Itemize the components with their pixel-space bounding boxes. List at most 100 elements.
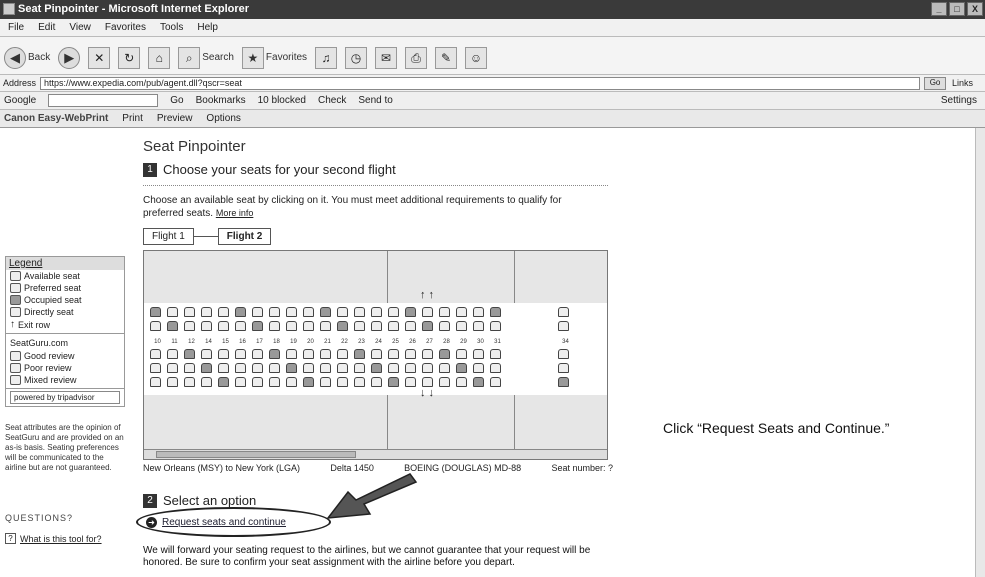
history-icon[interactable]: ◷ <box>345 46 368 69</box>
seat[interactable] <box>354 377 365 387</box>
seat[interactable] <box>473 349 484 359</box>
seat[interactable] <box>303 307 314 317</box>
seat[interactable] <box>184 321 195 331</box>
seat[interactable] <box>371 349 382 359</box>
seat[interactable] <box>558 377 569 387</box>
menu-favorites[interactable]: Favorites <box>105 22 146 36</box>
seat[interactable] <box>371 377 382 387</box>
forward-button[interactable]: ▶ <box>58 46 81 69</box>
seat[interactable] <box>201 307 212 317</box>
seat[interactable] <box>286 363 297 373</box>
seat[interactable] <box>422 377 433 387</box>
seat[interactable] <box>439 377 450 387</box>
seat[interactable] <box>184 377 195 387</box>
seat[interactable] <box>269 321 280 331</box>
seat[interactable] <box>269 363 280 373</box>
seat[interactable] <box>439 349 450 359</box>
seat[interactable] <box>235 321 246 331</box>
seat[interactable] <box>320 307 331 317</box>
menu-file[interactable]: File <box>8 22 24 36</box>
seat[interactable] <box>167 363 178 373</box>
back-button[interactable]: ◀ Back <box>4 46 50 69</box>
canon-preview-button[interactable]: Preview <box>157 113 193 124</box>
seat[interactable] <box>354 349 365 359</box>
seat[interactable] <box>167 349 178 359</box>
seat[interactable] <box>184 307 195 317</box>
seat[interactable] <box>337 307 348 317</box>
seat[interactable] <box>167 377 178 387</box>
seat[interactable] <box>371 321 382 331</box>
seat[interactable] <box>473 377 484 387</box>
seat[interactable] <box>422 349 433 359</box>
seat[interactable] <box>422 307 433 317</box>
seat[interactable] <box>371 307 382 317</box>
home-icon[interactable]: ⌂ <box>148 46 171 69</box>
links-label[interactable]: Links <box>952 78 973 88</box>
tab-flight-2[interactable]: Flight 2 <box>217 228 272 245</box>
seat[interactable] <box>337 377 348 387</box>
seat[interactable] <box>558 349 569 359</box>
popup-blocked-indicator[interactable]: 10 blocked <box>258 95 306 106</box>
seat[interactable] <box>252 363 263 373</box>
seat[interactable] <box>439 363 450 373</box>
menu-edit[interactable]: Edit <box>38 22 55 36</box>
seat[interactable] <box>456 363 467 373</box>
help-link[interactable]: ? What is this tool for? <box>5 533 125 544</box>
more-info-link[interactable]: More info <box>216 208 254 218</box>
seat[interactable] <box>405 377 416 387</box>
address-input[interactable]: https://www.expedia.com/pub/agent.dll?qs… <box>40 76 921 90</box>
seat[interactable] <box>269 307 280 317</box>
messenger-icon[interactable]: ☺ <box>465 46 488 69</box>
seat[interactable] <box>371 363 382 373</box>
seat[interactable] <box>388 349 399 359</box>
seat[interactable] <box>303 321 314 331</box>
seat[interactable] <box>456 321 467 331</box>
favorites-button[interactable]: ★ Favorites <box>241 46 307 69</box>
seat[interactable] <box>337 349 348 359</box>
seat[interactable] <box>473 363 484 373</box>
seat[interactable] <box>405 307 416 317</box>
send-to-button[interactable]: Send to <box>358 95 392 106</box>
mail-icon[interactable]: ✉ <box>375 46 398 69</box>
seat[interactable] <box>201 321 212 331</box>
seat[interactable] <box>252 307 263 317</box>
seat[interactable] <box>320 321 331 331</box>
seat[interactable] <box>473 307 484 317</box>
seat[interactable] <box>490 377 501 387</box>
seat[interactable] <box>184 349 195 359</box>
seat[interactable] <box>422 321 433 331</box>
seat[interactable] <box>218 377 229 387</box>
seat[interactable] <box>252 377 263 387</box>
tab-flight-1[interactable]: Flight 1 <box>143 228 194 245</box>
menu-tools[interactable]: Tools <box>160 22 183 36</box>
seat[interactable] <box>218 307 229 317</box>
seat[interactable] <box>354 307 365 317</box>
seat[interactable] <box>150 321 161 331</box>
seat[interactable] <box>388 363 399 373</box>
seat[interactable] <box>388 307 399 317</box>
check-button[interactable]: Check <box>318 95 346 106</box>
seat[interactable] <box>490 349 501 359</box>
seat[interactable] <box>150 349 161 359</box>
media-icon[interactable]: ♫ <box>315 46 338 69</box>
seat[interactable] <box>337 321 348 331</box>
seat[interactable] <box>320 363 331 373</box>
scroll-thumb[interactable] <box>156 451 356 458</box>
bookmarks-button[interactable]: Bookmarks <box>196 95 246 106</box>
seat[interactable] <box>320 349 331 359</box>
seat[interactable] <box>303 363 314 373</box>
seat[interactable] <box>490 307 501 317</box>
seat[interactable] <box>439 321 450 331</box>
seat[interactable] <box>235 307 246 317</box>
seat[interactable] <box>235 349 246 359</box>
seat[interactable] <box>235 377 246 387</box>
seat[interactable] <box>337 363 348 373</box>
google-go-button[interactable]: Go <box>170 95 183 106</box>
vertical-scrollbar[interactable] <box>975 128 985 577</box>
seat[interactable] <box>235 363 246 373</box>
refresh-icon[interactable]: ↻ <box>118 46 141 69</box>
seat[interactable] <box>201 377 212 387</box>
seat[interactable] <box>286 321 297 331</box>
seat[interactable] <box>388 377 399 387</box>
seat[interactable] <box>422 363 433 373</box>
